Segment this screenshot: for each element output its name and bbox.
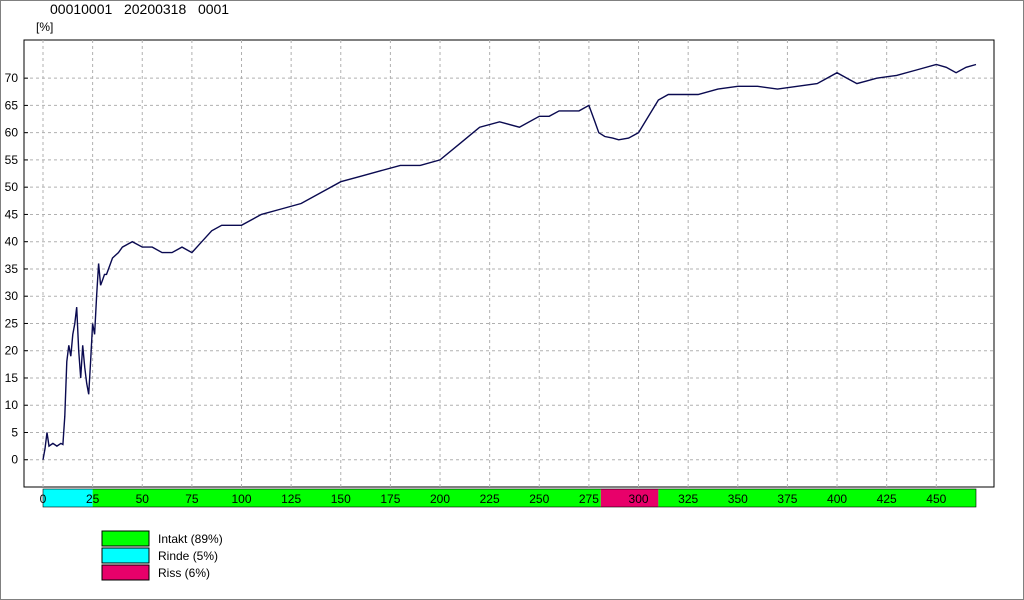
y-tick-label: 60: [5, 126, 19, 140]
x-tick-label: 0: [40, 492, 47, 506]
x-tick-label: 225: [480, 492, 500, 506]
y-tick-label: 25: [5, 316, 19, 330]
legend-swatch: [101, 547, 150, 564]
x-tick-label: 200: [430, 492, 450, 506]
x-tick-label: 25: [86, 492, 100, 506]
x-tick-label: 75: [185, 492, 199, 506]
plot-area: [23, 39, 995, 488]
x-tick-label: 400: [827, 492, 847, 506]
y-tick-label: 45: [5, 207, 19, 221]
legend-swatch: [101, 564, 150, 581]
y-tick-label: 0: [11, 453, 18, 467]
x-tick-label: 325: [678, 492, 698, 506]
x-tick-label: 450: [926, 492, 946, 506]
y-tick-label: 65: [5, 98, 19, 112]
legend-swatch: [101, 530, 150, 547]
x-tick-label: 175: [380, 492, 400, 506]
x-tick-label: 50: [136, 492, 150, 506]
y-tick-label: 50: [5, 180, 19, 194]
x-tick-label: 300: [629, 492, 649, 506]
line-chart: 0 5 10 15 20 25 30 35 40 45 50 55 60 65 70 0 25 50 75 100 1…: [5, 39, 995, 581]
legend: Intakt (89%) Rinde (5%) Riss (6%): [101, 530, 223, 581]
x-tick-label: 375: [777, 492, 797, 506]
y-tick-label: 15: [5, 371, 19, 385]
x-tick-label: 125: [281, 492, 301, 506]
x-tick-label: 275: [579, 492, 599, 506]
x-tick-label: 350: [728, 492, 748, 506]
y-tick-label: 30: [5, 289, 19, 303]
y-tick-label: 20: [5, 344, 19, 358]
legend-label: Riss (6%): [158, 566, 210, 580]
x-tick-label: 150: [331, 492, 351, 506]
y-tick-label: 55: [5, 153, 19, 167]
y-tick-label: 5: [11, 425, 18, 439]
y-tick-label: 40: [5, 235, 19, 249]
x-tick-label: 250: [529, 492, 549, 506]
legend-label: Rinde (5%): [158, 549, 218, 563]
x-tick-label: 100: [231, 492, 251, 506]
y-tick-label: 10: [5, 398, 19, 412]
y-tick-label: 70: [5, 71, 19, 85]
x-tick-label: 425: [877, 492, 897, 506]
y-tick-label: 35: [5, 262, 19, 276]
legend-label: Intakt (89%): [158, 532, 223, 546]
